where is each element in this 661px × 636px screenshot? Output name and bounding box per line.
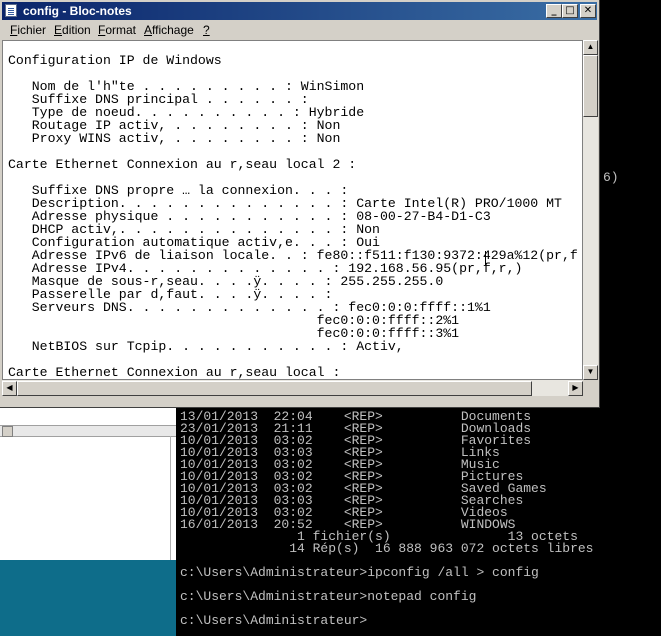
size-grip[interactable] (583, 380, 598, 396)
notepad-icon[interactable] (5, 4, 17, 17)
scroll-left-arrow-icon[interactable]: ◀ (2, 381, 17, 396)
menu-affichage[interactable]: Affichage (144, 23, 194, 37)
vertical-scroll-thumb[interactable] (583, 55, 598, 117)
title-bar[interactable]: config - Bloc-notes _ □ ✕ (2, 2, 597, 20)
scroll-left-button[interactable] (2, 426, 13, 437)
console-line: c:\Users\Administrateur> (180, 613, 368, 628)
close-button[interactable]: ✕ (580, 4, 596, 18)
scroll-down-arrow-icon[interactable]: ▼ (583, 365, 598, 380)
console-fragment-text: 6) (603, 170, 619, 185)
menu-affichage-label: ffichage (152, 23, 194, 37)
scroll-right-arrow-icon[interactable]: ▶ (568, 381, 583, 396)
text-caret (485, 251, 486, 265)
console-line: 14 Rép(s) 16 888 963 072 octets libres (180, 541, 594, 556)
divider (170, 436, 171, 560)
console-line: c:\Users\Administrateur>notepad config (180, 589, 477, 604)
menu-affichage-accel: A (144, 23, 153, 37)
menu-format-label: ormat (105, 23, 137, 37)
menu-edition-accel: E (54, 23, 63, 37)
editor-content[interactable]: Configuration IP de Windows Nom de l'h"t… (8, 54, 578, 379)
maximize-button[interactable]: □ (562, 4, 578, 18)
window-title: config - Bloc-notes (23, 4, 132, 18)
menu-edition[interactable]: Edition (54, 23, 91, 37)
minimize-button[interactable]: _ (546, 4, 562, 18)
horizontal-scrollbar[interactable]: ◀ ▶ (2, 380, 583, 396)
background-scrollbar[interactable] (0, 425, 176, 437)
console-line: c:\Users\Administrateur>ipconfig /all > … (180, 565, 539, 580)
menu-fichier-label: ichier (17, 23, 47, 37)
menu-help[interactable]: ? (203, 23, 210, 37)
vertical-scrollbar[interactable]: ▲ ▼ (583, 40, 598, 380)
menu-bar: Fichier Edition Format Affichage ? (2, 21, 597, 40)
menu-help-accel: ? (203, 23, 210, 37)
desktop-area (0, 560, 176, 636)
console-window-edge[interactable] (600, 0, 661, 410)
text-editor[interactable]: Configuration IP de Windows Nom de l'h"t… (2, 40, 583, 380)
horizontal-scroll-thumb[interactable] (17, 381, 532, 396)
notepad-window[interactable]: config - Bloc-notes _ □ ✕ Fichier Editio… (0, 0, 600, 408)
menu-edition-label: dition (62, 23, 91, 37)
scroll-up-arrow-icon[interactable]: ▲ (583, 40, 598, 55)
menu-format[interactable]: Format (98, 23, 136, 37)
menu-fichier[interactable]: Fichier (10, 23, 46, 37)
